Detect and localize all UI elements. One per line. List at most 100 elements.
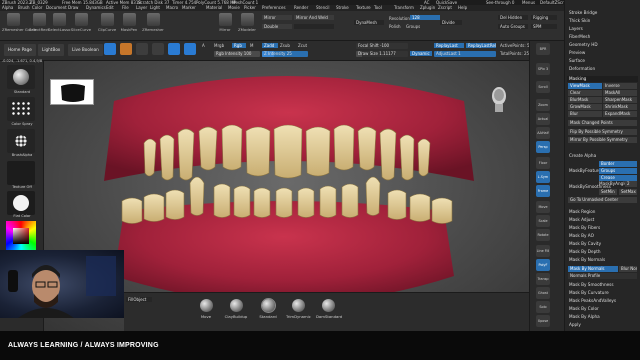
brush-claybuildup[interactable]: ClayBuildup (224, 299, 248, 319)
create-alpha-button[interactable]: Create Alpha (569, 153, 596, 159)
view-actual-button[interactable]: Actual (536, 113, 550, 125)
view-move-button[interactable]: Move (536, 201, 550, 213)
lightbox-button[interactable]: LightBox (38, 44, 65, 56)
draw-mode-button[interactable] (184, 43, 196, 55)
view-scroll-button[interactable]: Scroll (536, 81, 550, 93)
brush-move[interactable]: Move (194, 299, 218, 319)
masking-header[interactable]: Masking (567, 76, 638, 82)
go-unmasked-center-button[interactable]: Go To Unmasked Center (568, 197, 637, 203)
palette-layers[interactable]: Layers (569, 26, 583, 32)
blur-mask-button[interactable]: BlurMask (568, 97, 602, 103)
dynamesh-button[interactable]: DynaMesh (354, 20, 384, 25)
palette-mask-adjust[interactable]: Mask Adjust (569, 217, 594, 223)
normals-profile-curve[interactable]: Normals Profile (568, 273, 637, 279)
palette-mask-by-ao[interactable]: Mask By AO (569, 233, 594, 239)
apply-button[interactable]: Apply (569, 322, 581, 328)
zcut-toggle[interactable]: Zcut (298, 43, 307, 48)
focal-shift-slider[interactable]: Focal Shift -100 (356, 43, 408, 49)
brush-standard[interactable]: Standard (256, 298, 280, 319)
mask-by-normals-button[interactable]: Mask By Normals (568, 266, 618, 272)
sharpen-mask-button[interactable]: SharpenMask (603, 97, 637, 103)
palette-mask-by-curvature[interactable]: Mask By Curvature (569, 290, 609, 296)
color-picker[interactable] (6, 221, 36, 251)
tool-selectlasso[interactable]: SelectLasso (48, 13, 70, 32)
zadd-toggle[interactable]: Zadd (262, 43, 278, 48)
scale-button[interactable] (152, 43, 164, 55)
palette-mask-region[interactable]: Mask Region (569, 209, 595, 215)
mask-all-button[interactable]: MaskAll (603, 90, 637, 96)
view-bpr-button[interactable]: BPR (536, 43, 550, 55)
brush-thumbnail[interactable] (7, 65, 35, 89)
view-scale-button[interactable]: Scale (536, 215, 550, 227)
view-polyf-button[interactable]: PolyF (536, 259, 550, 271)
view-spix-3-button[interactable]: SPix 3 (536, 63, 550, 75)
inverse-button[interactable]: Inverse (603, 83, 637, 89)
adjust-last-slider[interactable]: AdjustLast 1 (434, 51, 496, 57)
palette-mask-by-alpha[interactable]: Mask By Alpha (569, 314, 600, 320)
view-line-fill-button[interactable]: Line Fill (536, 245, 550, 257)
texture-thumbnail[interactable] (7, 161, 35, 185)
view-solo-button[interactable]: Solo (536, 301, 550, 313)
tool-zmodeler[interactable]: ZModeler (236, 13, 258, 32)
mask-by-feature-button[interactable]: MaskByFeature (569, 168, 601, 174)
zsub-toggle[interactable]: Zsub (280, 43, 290, 48)
grow-mask-button[interactable]: GrowMask (568, 104, 602, 110)
dynamic-toggle[interactable]: Dynamic (410, 51, 432, 56)
palette-deformation[interactable]: Deformation (569, 66, 595, 72)
palette-geometry-hd[interactable]: Geometry HD (569, 42, 598, 48)
tool-zremesher-guide[interactable]: ZRemesher Guide (2, 13, 36, 32)
set-min-button[interactable]: SetMin (599, 189, 617, 195)
palette-mask-by-color[interactable]: Mask By Color (569, 306, 599, 312)
double-button[interactable]: Double (262, 24, 292, 29)
fill-object-button[interactable]: FillObject (126, 297, 152, 302)
home-page-button[interactable]: Home Page (4, 44, 36, 56)
brush-damstandard[interactable]: DamStandard (316, 299, 342, 319)
saturation-square[interactable] (13, 228, 29, 244)
mask-by-angle-value[interactable]: 2 (625, 181, 637, 187)
border-toggle[interactable]: Border (599, 161, 637, 167)
blur-normals-slider[interactable]: Blur Nor (619, 266, 637, 272)
palette-mask-by-fibers[interactable]: Mask By Fibers (569, 225, 600, 231)
spm-button[interactable]: SPM (531, 24, 557, 29)
clear-button[interactable]: Clear (568, 90, 602, 96)
mrgb-toggle[interactable]: Mrgb (214, 43, 224, 48)
palette-mask-by-cavity[interactable]: Mask By Cavity (569, 241, 601, 247)
mask-changed-points-button[interactable]: Mask Changed Points (568, 120, 637, 126)
tool-clipcurve[interactable]: ClipCurve (96, 13, 118, 32)
palette-surface[interactable]: Surface (569, 58, 585, 64)
mirror-weld-button[interactable]: Mirror And Weld (294, 15, 334, 20)
groups-toggle[interactable]: Groups (406, 24, 420, 29)
alpha-thumbnail[interactable] (7, 129, 35, 153)
view-xpose-button[interactable]: Xpose (536, 315, 550, 327)
tool-slicecurve[interactable]: SliceCurve (70, 13, 92, 32)
move-button[interactable] (136, 43, 148, 55)
view-zoom-button[interactable]: Zoom (536, 99, 550, 111)
palette-mask-by-depth[interactable]: Mask By Depth (569, 249, 601, 255)
expand-mask-button[interactable]: ExpandMask (603, 111, 637, 117)
del-hidden-button[interactable]: Del Hidden (498, 15, 528, 20)
view-mask-toggle[interactable]: ViewMask (568, 83, 602, 89)
replay-last-button[interactable]: ReplayLast (434, 43, 464, 48)
tool-maskpen[interactable]: MaskPen (118, 13, 140, 32)
auto-groups-button[interactable]: Auto Groups (498, 24, 528, 29)
z-intensity-slider[interactable]: Z Intensity 25 (262, 51, 308, 57)
material-thumbnail[interactable] (7, 191, 35, 215)
brush-trimdynamic[interactable]: TrimDynamic (286, 299, 311, 319)
view-persp-button[interactable]: Persp (536, 141, 550, 153)
view-frame-button[interactable]: Frame (536, 185, 550, 197)
mirror-symmetry-button[interactable]: Mirror By Possible Symmetry (568, 137, 637, 143)
palette-stroke-bridge[interactable]: Stroke Bridge (569, 10, 597, 16)
rigging-button[interactable]: Rigging (531, 15, 557, 20)
set-max-button[interactable]: SetMax (619, 189, 637, 195)
palette-mask-peaksandvalleys[interactable]: Mask PeaksAndValleys (569, 298, 616, 304)
tool-mirror[interactable]: Mirror (214, 13, 236, 32)
shrink-mask-button[interactable]: ShrinkMask (603, 104, 637, 110)
double-options[interactable] (294, 24, 334, 29)
replay-last-rel-button[interactable]: ReplayLastRel (466, 43, 496, 48)
draw-size-slider[interactable]: Draw Size 1.11177 (356, 51, 408, 57)
palette-thick-skin[interactable]: Thick Skin (569, 18, 590, 24)
divide-button[interactable]: Divide (440, 20, 462, 25)
view-ghost-button[interactable]: Ghost (536, 287, 550, 299)
tool-zremesher[interactable]: ZRemesher (142, 13, 164, 32)
palette-preview[interactable]: Preview (569, 50, 585, 56)
